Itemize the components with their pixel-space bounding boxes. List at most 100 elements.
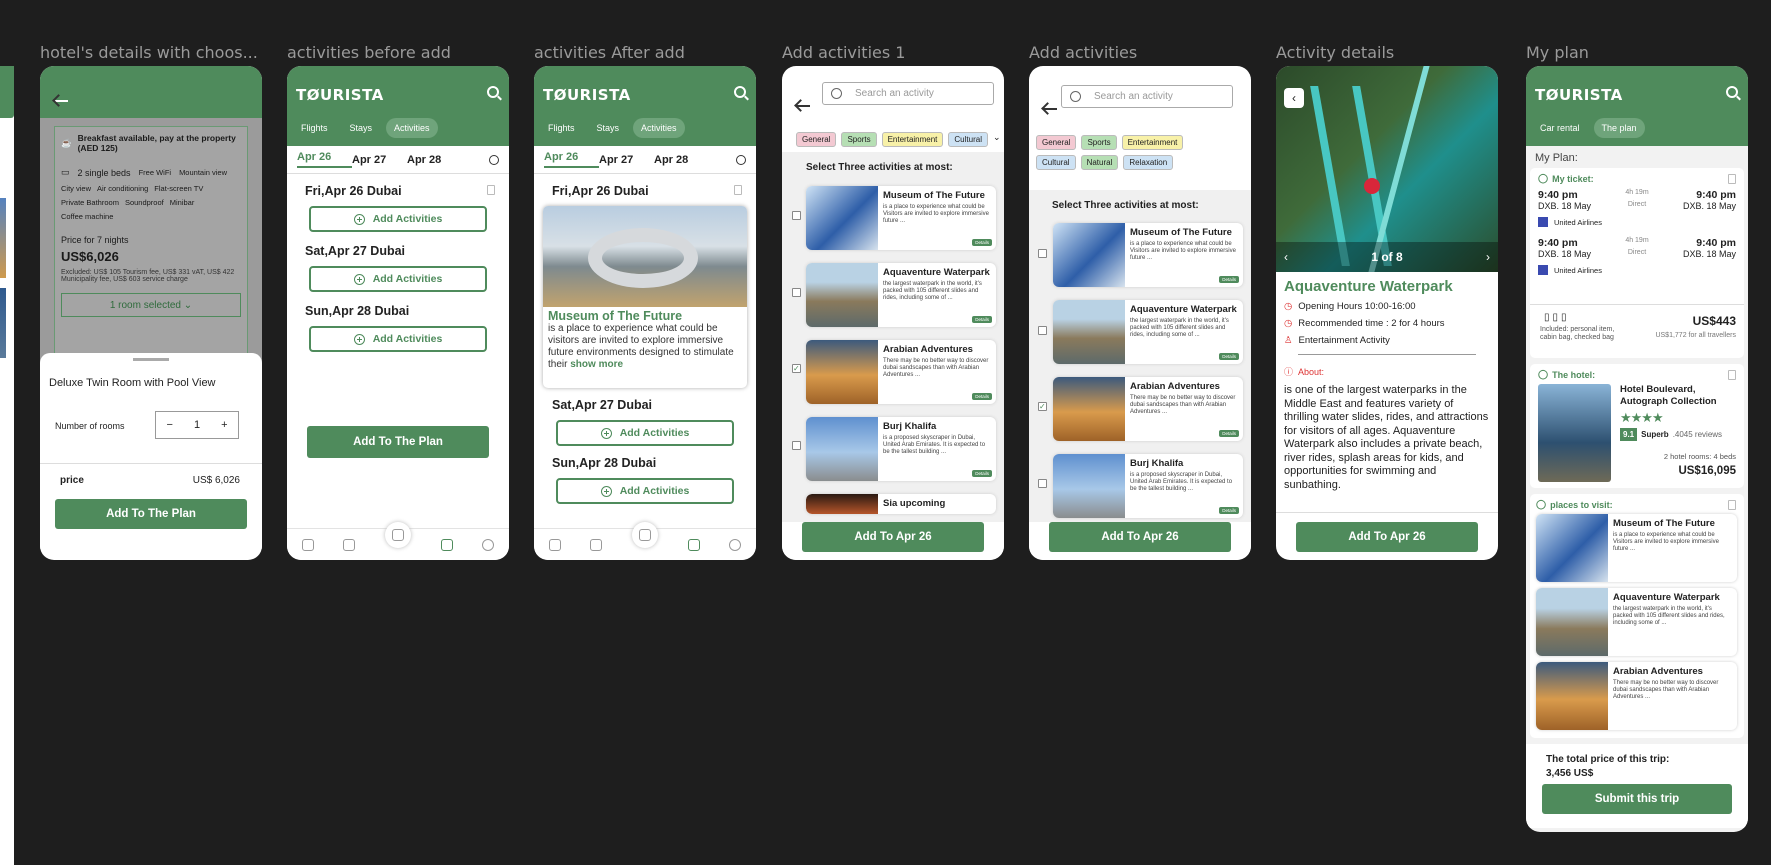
details-button[interactable]: Details [972, 470, 992, 477]
explore-icon[interactable] [631, 521, 658, 548]
chip-relaxation[interactable]: Relaxation [1123, 155, 1174, 170]
activity-checkbox[interactable] [1038, 479, 1047, 488]
profile-icon[interactable] [729, 538, 742, 551]
add-date-icon[interactable] [489, 154, 499, 165]
activity-card[interactable]: Arabian Adventures There may be no better… [806, 340, 996, 404]
trash-icon[interactable] [734, 185, 742, 195]
chip-natural[interactable]: Natural [1080, 155, 1119, 170]
activity-card[interactable]: Burj Khalifa is a proposed skyscraper in … [806, 417, 996, 481]
details-button[interactable]: Details [1219, 507, 1239, 514]
add-activities-button[interactable]: Add Activities [309, 266, 487, 292]
activity-checkbox[interactable] [792, 441, 801, 450]
tab-car-rental[interactable]: Car rental [1532, 118, 1588, 138]
chip-entertainment[interactable]: Entertainment [881, 132, 944, 147]
back-arrow-icon[interactable] [54, 100, 68, 102]
flight-to: DXB. 18 May [1682, 201, 1736, 211]
minus-icon[interactable]: − [167, 419, 173, 431]
luggage-icon[interactable] [301, 538, 314, 551]
tab-stays[interactable]: Stays [589, 118, 628, 138]
trash-icon[interactable] [1728, 500, 1736, 510]
details-button[interactable]: Details [972, 239, 992, 246]
activity-checkbox[interactable] [1038, 249, 1047, 258]
activity-checkbox-checked[interactable]: ✓ [792, 364, 801, 373]
chip-general[interactable]: General [1036, 135, 1077, 150]
back-icon[interactable]: ‹ [1284, 88, 1304, 108]
tab-activities[interactable]: Activities [386, 118, 438, 138]
activity-card[interactable]: Aquaventure Waterpark the largest waterpa… [806, 263, 996, 327]
activity-card[interactable]: Museum of The Future is a place to experi… [1053, 223, 1243, 287]
details-button[interactable]: Details [972, 393, 992, 400]
details-button[interactable]: Details [972, 316, 992, 323]
add-activities-button[interactable]: Add Activities [309, 326, 487, 352]
activity-card[interactable]: Museum of The Future is a place to exper… [543, 206, 747, 388]
chip-sports[interactable]: Sports [1081, 135, 1117, 150]
place-card[interactable]: Aquaventure Waterpark the largest waterpa… [1536, 588, 1737, 656]
luggage-icon[interactable] [548, 538, 561, 551]
date-tab[interactable]: Apr 28 [407, 154, 462, 166]
chip-cultural[interactable]: Cultural [1036, 155, 1076, 170]
chip-sports[interactable]: Sports [841, 132, 877, 147]
search-icon[interactable] [1726, 86, 1738, 98]
tab-the-plan[interactable]: The plan [1593, 118, 1645, 138]
activity-checkbox[interactable] [792, 288, 801, 297]
date-tab[interactable]: Apr 26 [544, 151, 599, 168]
tab-flights[interactable]: Flights [540, 118, 583, 138]
add-to-apr-button[interactable]: Add To Apr 26 [1296, 522, 1478, 552]
add-activities-button[interactable]: Add Activities [556, 478, 734, 504]
tab-stays[interactable]: Stays [342, 118, 381, 138]
activity-card[interactable]: Sia upcoming [806, 494, 996, 514]
add-to-apr-button[interactable]: Add To Apr 26 [1049, 522, 1231, 552]
chevron-down-icon[interactable]: ⌄ [993, 132, 1001, 147]
trash-icon[interactable] [1728, 370, 1736, 380]
date-tab[interactable]: Apr 28 [654, 154, 709, 166]
add-activities-button[interactable]: Add Activities [556, 420, 734, 446]
submit-trip-button[interactable]: Submit this trip [1542, 784, 1732, 814]
chip-entertainment[interactable]: Entertainment [1121, 135, 1184, 150]
crown-icon[interactable] [590, 538, 603, 551]
explore-icon[interactable] [384, 521, 411, 548]
date-tab[interactable]: Apr 27 [599, 154, 654, 166]
search-input[interactable]: Search an activity [1061, 85, 1233, 108]
chip-general[interactable]: General [796, 132, 837, 147]
plus-icon[interactable]: + [221, 419, 227, 431]
search-icon[interactable] [487, 86, 499, 98]
back-arrow-icon[interactable] [1043, 108, 1057, 110]
show-more-link[interactable]: show more [570, 359, 623, 370]
trash-icon[interactable] [487, 185, 495, 195]
activity-card[interactable]: Aquaventure Waterpark the largest waterpa… [1053, 300, 1243, 364]
place-card[interactable]: Arabian Adventures There may be no better… [1536, 662, 1737, 730]
trash-icon[interactable] [1728, 174, 1736, 184]
search-input[interactable]: Search an activity [822, 82, 994, 105]
details-button[interactable]: Details [1219, 430, 1239, 437]
add-date-icon[interactable] [736, 154, 746, 165]
activity-checkbox[interactable] [1038, 326, 1047, 335]
prev-icon[interactable]: ‹ [1284, 250, 1288, 264]
grid-icon[interactable] [440, 538, 453, 551]
activity-card[interactable]: Museum of The Future is a place to experi… [806, 186, 996, 250]
activity-checkbox[interactable] [792, 211, 801, 220]
activity-card[interactable]: Arabian Adventures There may be no better… [1053, 377, 1243, 441]
place-card[interactable]: Museum of The Future is a place to experi… [1536, 514, 1737, 582]
activity-card[interactable]: Burj Khalifa is a proposed skyscraper in … [1053, 454, 1243, 518]
add-to-apr-button[interactable]: Add To Apr 26 [802, 522, 984, 552]
next-icon[interactable]: › [1486, 250, 1490, 264]
crown-icon[interactable] [343, 538, 356, 551]
profile-icon[interactable] [482, 538, 495, 551]
add-to-plan-button[interactable]: Add To The Plan [307, 426, 489, 458]
sheet-handle[interactable] [133, 358, 169, 361]
details-button[interactable]: Details [1219, 276, 1239, 283]
rooms-stepper[interactable]: − 1 + [155, 411, 239, 439]
grid-icon[interactable] [687, 538, 700, 551]
chip-cultural[interactable]: Cultural [948, 132, 988, 147]
add-to-plan-button[interactable]: Add To The Plan [55, 499, 247, 529]
date-tab[interactable]: Apr 27 [352, 154, 407, 166]
tab-flights[interactable]: Flights [293, 118, 336, 138]
room-select-dropdown[interactable]: 1 room selected ⌄ [61, 293, 241, 317]
details-button[interactable]: Details [1219, 353, 1239, 360]
activity-checkbox-checked[interactable]: ✓ [1038, 402, 1047, 411]
search-icon[interactable] [734, 86, 746, 98]
add-activities-button[interactable]: Add Activities [309, 206, 487, 232]
back-arrow-icon[interactable] [796, 105, 810, 107]
date-tab[interactable]: Apr 26 [297, 151, 352, 168]
tab-activities[interactable]: Activities [633, 118, 685, 138]
